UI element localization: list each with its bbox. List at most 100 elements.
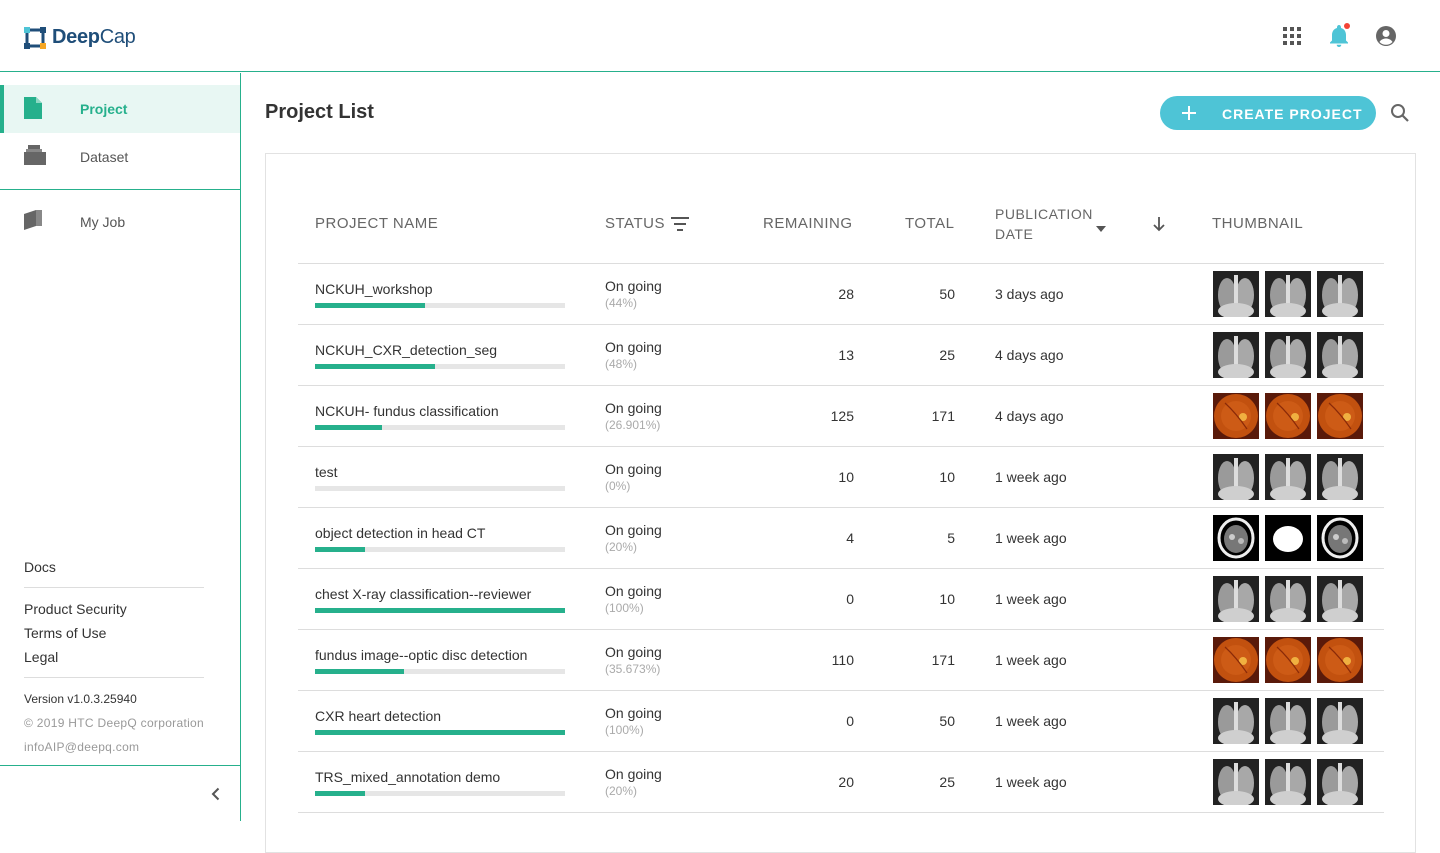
- product-security-link[interactable]: Product Security: [24, 597, 204, 621]
- thumbnail-image[interactable]: [1213, 759, 1259, 805]
- sort-dropdown-icon[interactable]: [1095, 220, 1107, 232]
- project-name[interactable]: NCKUH- fundus classification: [315, 403, 499, 419]
- column-header-thumbnail: THUMBNAIL: [1212, 215, 1304, 232]
- thumbnail-image[interactable]: [1213, 698, 1259, 744]
- table-row[interactable]: chest X-ray classification--reviewer On g…: [298, 569, 1384, 630]
- thumbnail-image[interactable]: [1317, 759, 1363, 805]
- progress-bar: [315, 425, 565, 430]
- thumbnail-image[interactable]: [1265, 698, 1311, 744]
- filter-icon[interactable]: [670, 216, 692, 232]
- thumbnail-image[interactable]: [1213, 576, 1259, 622]
- column-header-total[interactable]: TOTAL: [905, 215, 954, 232]
- thumbnail-image[interactable]: [1265, 515, 1311, 561]
- thumbnail-image[interactable]: [1317, 698, 1363, 744]
- table-row[interactable]: test On going (0%) 10 10 1 week ago: [298, 447, 1384, 508]
- table-row[interactable]: NCKUH_CXR_detection_seg On going (48%) 13 25…: [298, 325, 1384, 386]
- remaining-count: 125: [830, 408, 854, 424]
- sidebar-item-project[interactable]: Project: [0, 85, 240, 133]
- column-header-project-name[interactable]: PROJECT NAME: [315, 215, 438, 232]
- thumbnail-image[interactable]: [1213, 637, 1259, 683]
- docs-link[interactable]: Docs: [24, 555, 204, 579]
- sidebar-item-label: Project: [80, 101, 128, 117]
- thumbnail-image[interactable]: [1317, 576, 1363, 622]
- thumbnail-image[interactable]: [1317, 393, 1363, 439]
- thumbnail-image[interactable]: [1317, 271, 1363, 317]
- progress-bar-fill: [315, 547, 365, 552]
- thumbnail-image[interactable]: [1317, 515, 1363, 561]
- thumbnail-image[interactable]: [1265, 759, 1311, 805]
- contact-email[interactable]: infoAIP@deepq.com: [24, 735, 204, 759]
- thumbnail-group: [1213, 393, 1369, 439]
- remaining-count: 20: [838, 774, 854, 790]
- sidebar-item-label: My Job: [80, 214, 126, 230]
- progress-bar-fill: [315, 669, 405, 674]
- sidebar-item-my-job[interactable]: My Job: [0, 198, 240, 246]
- collapse-sidebar-chevron-icon[interactable]: [207, 785, 225, 803]
- brand-logo[interactable]: DeepCap: [24, 26, 136, 49]
- table-row[interactable]: NCKUH_workshop On going (44%) 28 50 3 days ag…: [298, 264, 1384, 325]
- publication-date: 1 week ago: [995, 530, 1067, 546]
- project-name[interactable]: NCKUH_CXR_detection_seg: [315, 342, 497, 358]
- total-count: 25: [939, 347, 955, 363]
- thumbnail-image[interactable]: [1317, 637, 1363, 683]
- column-header-remaining[interactable]: REMAINING: [763, 215, 853, 232]
- progress-percent: (26.901%): [605, 418, 661, 432]
- thumbnail-image[interactable]: [1213, 271, 1259, 317]
- bell-icon[interactable]: [1325, 22, 1353, 50]
- table-row[interactable]: TRS_mixed_annotation demo On going (20%) 20…: [298, 752, 1384, 813]
- progress-bar: [315, 364, 565, 369]
- thumbnail-image[interactable]: [1265, 332, 1311, 378]
- apps-grid-icon[interactable]: [1278, 22, 1306, 50]
- folder-stack-icon: [24, 145, 46, 167]
- book-icon: [24, 210, 44, 232]
- project-name[interactable]: CXR heart detection: [315, 708, 441, 724]
- progress-bar: [315, 669, 565, 674]
- collapse-divider: [0, 765, 240, 766]
- sort-descending-arrow-icon[interactable]: [1151, 215, 1167, 233]
- thumbnail-image[interactable]: [1265, 454, 1311, 500]
- thumbnail-image[interactable]: [1317, 332, 1363, 378]
- status-text: On going: [605, 461, 662, 477]
- column-header-status[interactable]: STATUS: [605, 215, 665, 232]
- thumbnail-image[interactable]: [1265, 576, 1311, 622]
- progress-bar-fill: [315, 425, 383, 430]
- project-name[interactable]: test: [315, 464, 338, 480]
- table-row[interactable]: fundus image--optic disc detection On goi…: [298, 630, 1384, 691]
- progress-bar-fill: [315, 364, 435, 369]
- thumbnail-image[interactable]: [1213, 332, 1259, 378]
- thumbnail-image[interactable]: [1265, 393, 1311, 439]
- progress-percent: (20%): [605, 540, 638, 554]
- terms-of-use-link[interactable]: Terms of Use: [24, 621, 204, 645]
- project-name[interactable]: TRS_mixed_annotation demo: [315, 769, 500, 785]
- thumbnail-image[interactable]: [1317, 454, 1363, 500]
- create-project-label: CREATE PROJECT: [1222, 106, 1363, 122]
- project-rows: NCKUH_workshop On going (44%) 28 50 3 days ag…: [298, 264, 1384, 813]
- table-row[interactable]: object detection in head CT On going (20%)…: [298, 508, 1384, 569]
- table-row[interactable]: CXR heart detection On going (100%) 0 50 1 we…: [298, 691, 1384, 752]
- status-text: On going: [605, 644, 662, 660]
- column-header-date[interactable]: DATE: [995, 226, 1033, 242]
- publication-date: 1 week ago: [995, 469, 1067, 485]
- thumbnail-image[interactable]: [1265, 637, 1311, 683]
- project-name[interactable]: NCKUH_workshop: [315, 281, 432, 297]
- thumbnail-image[interactable]: [1213, 393, 1259, 439]
- sidebar-item-dataset[interactable]: Dataset: [0, 133, 240, 181]
- table-row[interactable]: NCKUH- fundus classification On going (26.…: [298, 386, 1384, 447]
- status-text: On going: [605, 400, 662, 416]
- search-icon[interactable]: [1389, 102, 1411, 124]
- thumbnail-image[interactable]: [1213, 454, 1259, 500]
- project-name[interactable]: fundus image--optic disc detection: [315, 647, 527, 663]
- remaining-count: 110: [831, 652, 854, 668]
- create-project-button[interactable]: CREATE PROJECT: [1160, 96, 1376, 130]
- account-icon[interactable]: [1372, 22, 1400, 50]
- project-name[interactable]: chest X-ray classification--reviewer: [315, 586, 531, 602]
- thumbnail-group: [1213, 332, 1369, 378]
- project-table-card: PROJECT NAME STATUS REMAINING TOTAL PUBL…: [265, 153, 1416, 853]
- thumbnail-group: [1213, 637, 1369, 683]
- thumbnail-image[interactable]: [1265, 271, 1311, 317]
- thumbnail-image[interactable]: [1213, 515, 1259, 561]
- legal-link[interactable]: Legal: [24, 645, 204, 669]
- column-header-publication[interactable]: PUBLICATION: [995, 206, 1093, 222]
- project-name[interactable]: object detection in head CT: [315, 525, 485, 541]
- remaining-count: 28: [838, 286, 854, 302]
